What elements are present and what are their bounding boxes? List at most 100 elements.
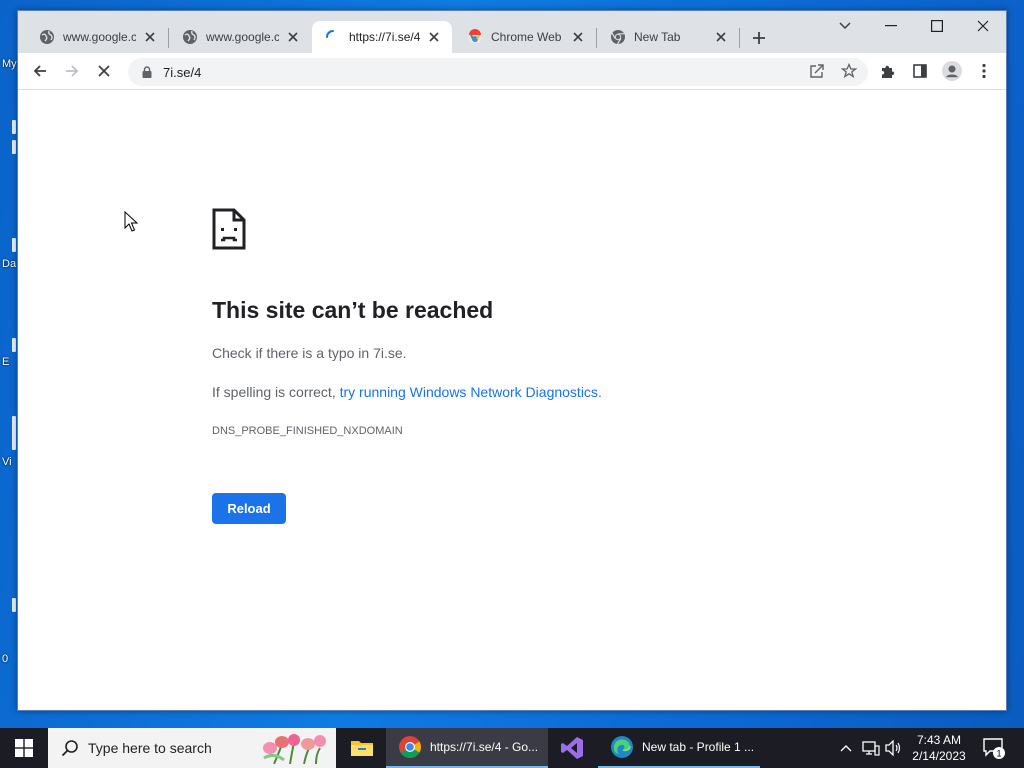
share-button[interactable]	[805, 59, 829, 83]
network-icon	[862, 741, 880, 756]
taskbar-search-box[interactable]: Type here to search	[48, 728, 336, 768]
stop-loading-button[interactable]	[90, 57, 118, 85]
minimize-icon	[885, 25, 897, 27]
desktop-label[interactable]: Vi	[2, 456, 12, 468]
tab-4[interactable]: Chrome Web S	[454, 21, 596, 53]
network-tray-button[interactable]	[861, 738, 881, 758]
forward-arrow-icon	[66, 65, 79, 77]
tab-1[interactable]: www.google.co	[26, 21, 168, 53]
close-icon[interactable]	[426, 29, 442, 45]
extensions-button[interactable]	[874, 57, 902, 85]
search-placeholder: Type here to search	[88, 740, 212, 756]
edge-icon	[611, 736, 633, 758]
tab-3-active[interactable]: https://7i.se/4	[312, 21, 452, 53]
share-icon	[810, 64, 824, 78]
close-window-button[interactable]	[960, 11, 1006, 41]
chrome-web-store-icon	[467, 29, 483, 45]
taskbar-app-file-explorer[interactable]	[338, 728, 386, 768]
page-content: This site can’t be reached Check if ther…	[18, 90, 1006, 710]
desktop-label[interactable]: E	[2, 356, 9, 368]
puzzle-icon	[882, 65, 895, 78]
chevron-down-icon	[839, 22, 851, 30]
chrome-icon	[610, 29, 626, 45]
tab-title: https://7i.se/4	[349, 30, 420, 44]
reload-button[interactable]: Reload	[212, 493, 286, 524]
diagnostics-prefix: If spelling is correct,	[212, 384, 340, 400]
menu-button[interactable]	[970, 57, 998, 85]
notification-icon: 1	[983, 738, 1005, 759]
desktop-icon[interactable]	[12, 598, 16, 612]
back-arrow-icon	[33, 65, 46, 77]
desktop-icon[interactable]	[12, 140, 16, 154]
browser-toolbar: 7i.se/4	[18, 53, 1006, 89]
address-bar[interactable]: 7i.se/4	[128, 58, 868, 86]
star-icon	[841, 63, 857, 79]
tab-2[interactable]: www.google.co	[169, 21, 311, 53]
tab-title: www.google.co	[63, 30, 136, 44]
tab-divider	[739, 28, 740, 48]
speaker-icon	[885, 740, 901, 756]
search-icon	[61, 740, 78, 757]
taskbar-app-label: New tab - Profile 1 ...	[642, 740, 755, 754]
close-icon[interactable]	[285, 29, 301, 45]
taskbar-app-chrome[interactable]: https://7i.se/4 - Go...	[386, 728, 548, 768]
new-tab-button[interactable]	[747, 26, 771, 50]
error-suggestion: Check if there is a typo in 7i.se.	[212, 345, 407, 361]
desktop-icon[interactable]	[12, 338, 16, 352]
clock-date: 2/14/2023	[912, 749, 966, 763]
minimize-button[interactable]	[868, 11, 914, 41]
action-center-button[interactable]: 1	[982, 736, 1006, 760]
error-code: DNS_PROBE_FINISHED_NXDOMAIN	[212, 425, 403, 437]
close-icon[interactable]	[713, 29, 729, 45]
globe-icon	[39, 29, 55, 45]
close-icon[interactable]	[570, 29, 586, 45]
bookmark-button[interactable]	[837, 59, 861, 83]
tab-search-button[interactable]	[822, 11, 868, 41]
windows-logo-icon	[15, 739, 33, 757]
forward-button[interactable]	[58, 57, 86, 85]
file-explorer-icon	[351, 741, 373, 756]
desktop-label[interactable]: My	[2, 58, 17, 70]
tab-title: New Tab	[634, 30, 681, 44]
mouse-cursor-icon	[124, 211, 138, 232]
kebab-menu-icon	[982, 63, 986, 79]
desktop-label[interactable]: Da	[2, 258, 16, 270]
url-text[interactable]: 7i.se/4	[163, 65, 201, 80]
close-icon[interactable]	[142, 29, 158, 45]
tulips-icon	[263, 734, 326, 764]
taskbar-app-edge[interactable]: New tab - Profile 1 ...	[598, 728, 760, 768]
notification-count: 1	[996, 749, 1001, 759]
side-panel-button[interactable]	[906, 57, 934, 85]
show-hidden-icons-button[interactable]	[836, 738, 856, 758]
plus-icon	[753, 32, 765, 44]
sad-document-icon	[212, 208, 246, 250]
tab-title: Chrome Web S	[491, 30, 564, 44]
browser-window: www.google.co www.google.co https://7i.s…	[17, 10, 1007, 711]
desktop-icon[interactable]	[12, 416, 16, 450]
maximize-button[interactable]	[914, 11, 960, 41]
chevron-up-icon	[840, 745, 852, 752]
globe-icon	[182, 29, 198, 45]
tab-title: www.google.co	[206, 30, 279, 44]
volume-tray-button[interactable]	[884, 738, 904, 758]
network-diagnostics-link[interactable]: try running Windows Network Diagnostics	[340, 384, 598, 400]
start-button[interactable]	[0, 728, 48, 768]
taskbar-clock[interactable]: 7:43 AM 2/14/2023	[905, 732, 973, 764]
back-button[interactable]	[26, 57, 54, 85]
profile-button[interactable]	[938, 57, 966, 85]
maximize-icon	[931, 20, 943, 32]
desktop-icon[interactable]	[12, 120, 16, 134]
tab-5[interactable]: New Tab	[597, 21, 739, 53]
desktop-label[interactable]: 0	[2, 653, 8, 665]
avatar-icon	[942, 61, 962, 81]
lock-icon[interactable]	[140, 65, 154, 79]
tab-strip: www.google.co www.google.co https://7i.s…	[18, 11, 1006, 53]
desktop-icon[interactable]	[12, 238, 16, 252]
stop-icon	[98, 65, 110, 77]
side-panel-icon	[913, 64, 927, 78]
taskbar: Type here to search https://7i.se/4 - Go…	[0, 728, 1024, 768]
loading-spinner-icon	[325, 29, 341, 45]
taskbar-app-visual-studio[interactable]	[548, 728, 598, 768]
close-icon	[977, 20, 989, 32]
visual-studio-icon	[561, 737, 583, 759]
